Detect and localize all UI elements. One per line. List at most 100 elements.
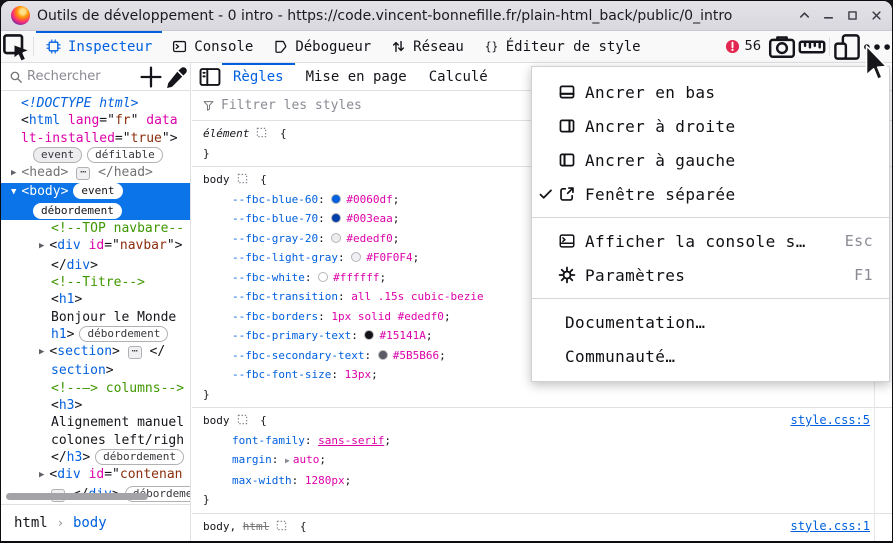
breadcrumb-item-html[interactable]: html <box>14 515 48 531</box>
code-segment: --fbc-white <box>232 271 305 284</box>
markup-node-row[interactable]: colones left/righ <box>1 432 190 449</box>
markup-node-row[interactable]: </h3>débordement <box>1 449 190 466</box>
markup-node-row[interactable]: Bonjour le Monde <box>1 309 190 326</box>
color-swatch[interactable] <box>318 272 328 282</box>
ellipsis-expander[interactable]: ⋯ <box>76 167 90 180</box>
markup-node-row[interactable]: lt-installed="true"> <box>1 130 190 147</box>
code-segment <box>81 467 89 482</box>
error-count-button[interactable]: 56 <box>719 31 767 62</box>
stylesheet-link[interactable]: style.css:5 <box>791 411 870 431</box>
menu-item[interactable]: Fenêtre séparée <box>532 177 889 211</box>
selector-highlighter-icon[interactable] <box>276 518 287 529</box>
node-badge[interactable]: débordement <box>79 326 168 342</box>
meatball-menu-button[interactable] <box>862 31 892 62</box>
sidebar-tab-label: Calculé <box>429 69 488 85</box>
pick-element-button[interactable] <box>1 31 31 62</box>
node-badge[interactable]: débordement <box>33 203 122 219</box>
code-segment: =" <box>99 113 115 128</box>
markup-node-row[interactable]: ▶<head> ⋯ </head> <box>1 164 190 183</box>
markup-node-row[interactable]: event défilable <box>1 147 190 164</box>
code-segment: : <box>318 232 331 245</box>
sidebar-tab[interactable]: Mise en page <box>295 63 418 90</box>
node-badge[interactable]: débordement <box>95 449 184 465</box>
markup-node-row[interactable]: </div> <box>1 257 190 274</box>
color-swatch[interactable] <box>351 252 361 262</box>
sidebar-tab[interactable]: Règles <box>222 63 295 90</box>
selector-highlighter-icon[interactable] <box>237 412 248 423</box>
search-input[interactable] <box>23 69 133 84</box>
markup-node-row[interactable]: ▶<div id="navbar"> <box>1 237 190 256</box>
code-segment: ; <box>426 329 433 342</box>
code-segment: --fbc-gray-20 <box>232 232 318 245</box>
code-segment: <!--Titre--> <box>51 275 145 290</box>
node-badge[interactable]: event <box>73 183 122 199</box>
color-swatch[interactable] <box>331 194 341 204</box>
rule-selector[interactable]: body, html {style.css:1 <box>192 517 892 537</box>
color-swatch[interactable] <box>331 233 341 243</box>
markup-node-row[interactable]: <!--TOP navbare-- <box>1 220 190 237</box>
code-segment: --fbc-blue-70 <box>232 212 318 225</box>
markup-node-row[interactable]: ▼<body>event <box>1 183 190 202</box>
css-declaration[interactable]: margin: ▶auto; <box>192 450 892 471</box>
selector-highlighter-icon[interactable] <box>256 125 267 136</box>
minimize-window-button[interactable] <box>821 8 836 23</box>
markup-node-row[interactable]: ▶<section> ⋯ </ <box>1 343 190 362</box>
markup-node-row[interactable]: <h1> <box>1 291 190 308</box>
menu-item[interactable]: Ancrer en bas <box>532 75 889 109</box>
markup-node-row[interactable]: h1>débordement <box>1 326 190 343</box>
tab-inspecteur[interactable]: Inspecteur <box>36 31 162 62</box>
tab-editeur-de-style[interactable]: {}Éditeur de style <box>474 31 651 62</box>
code-segment: : <box>272 453 285 466</box>
selector-highlighter-icon[interactable] <box>237 171 248 182</box>
markup-node-row[interactable]: débordement <box>1 203 190 220</box>
menu-item[interactable]: ParamètresF1 <box>532 258 889 292</box>
close-window-button[interactable] <box>869 8 884 23</box>
horizontal-scrollbar-thumb[interactable] <box>6 493 148 500</box>
eyedropper-button[interactable] <box>164 64 190 90</box>
breadcrumb-item-body[interactable]: body <box>73 515 107 531</box>
shade-window-button[interactable] <box>797 8 812 23</box>
sidebar-tab[interactable]: Calculé <box>418 63 499 90</box>
code-segment: élément <box>203 127 249 140</box>
devtools-window: Outils de développement - 0 intro - http… <box>0 0 893 543</box>
code-segment: contenan <box>120 467 183 482</box>
measuring-tool-button[interactable] <box>797 31 827 62</box>
menu-item[interactable]: Documentation… <box>532 305 889 339</box>
window-titlebar[interactable]: Outils de développement - 0 intro - http… <box>1 1 892 31</box>
css-declaration[interactable]: margin: ▶0; <box>192 536 892 541</box>
devtools-dropdown-menu: Ancrer en basAncrer à droiteAncrer à gau… <box>531 66 890 382</box>
stylesheet-link[interactable]: style.css:1 <box>791 517 870 537</box>
markup-node-row[interactable]: <h3> <box>1 397 190 414</box>
toggle-pane-button[interactable] <box>198 63 222 90</box>
markup-node-row[interactable]: ▶<div id="contenan <box>1 466 190 485</box>
tab-console[interactable]: Console <box>162 31 263 62</box>
markup-node-row[interactable]: section> <box>1 362 190 379</box>
ellipsis-expander[interactable]: ⋯ <box>128 346 142 359</box>
responsive-mode-button[interactable] <box>832 31 862 62</box>
tab-reseau[interactable]: Réseau <box>381 31 474 62</box>
expand-value-icon[interactable]: ▶ <box>285 456 290 465</box>
maximize-window-button[interactable] <box>845 8 860 23</box>
code-segment: ; <box>299 539 306 541</box>
markup-node-row[interactable]: <!--—> columns--> <box>1 380 190 397</box>
color-swatch[interactable] <box>378 350 388 360</box>
markup-node-row[interactable]: <!--Titre--> <box>1 274 190 291</box>
tab-label: Débogueur <box>295 39 371 55</box>
screenshot-button[interactable] <box>767 31 797 62</box>
add-node-button[interactable] <box>138 64 164 90</box>
menu-item[interactable]: Afficher la console s…Esc <box>532 224 889 258</box>
color-swatch[interactable] <box>331 213 341 223</box>
menu-item[interactable]: Ancrer à gauche <box>532 143 889 177</box>
markup-node-row[interactable]: Alignement manuel <box>1 414 190 431</box>
menu-item[interactable]: Communauté… <box>532 339 889 373</box>
node-badge[interactable]: event <box>33 147 82 163</box>
tab-debogueur[interactable]: Débogueur <box>263 31 381 62</box>
color-swatch[interactable] <box>364 330 374 340</box>
css-declaration[interactable]: font-family: sans-serif; <box>192 431 892 451</box>
menu-item[interactable]: Ancrer à droite <box>532 109 889 143</box>
rule-selector[interactable]: body {style.css:5 <box>192 411 892 431</box>
markup-node-row[interactable]: <!DOCTYPE html> <box>1 95 190 112</box>
node-badge[interactable]: défilable <box>87 147 163 163</box>
css-declaration[interactable]: max-width: 1280px; <box>192 471 892 491</box>
markup-node-row[interactable]: <html lang="fr" data <box>1 112 190 129</box>
